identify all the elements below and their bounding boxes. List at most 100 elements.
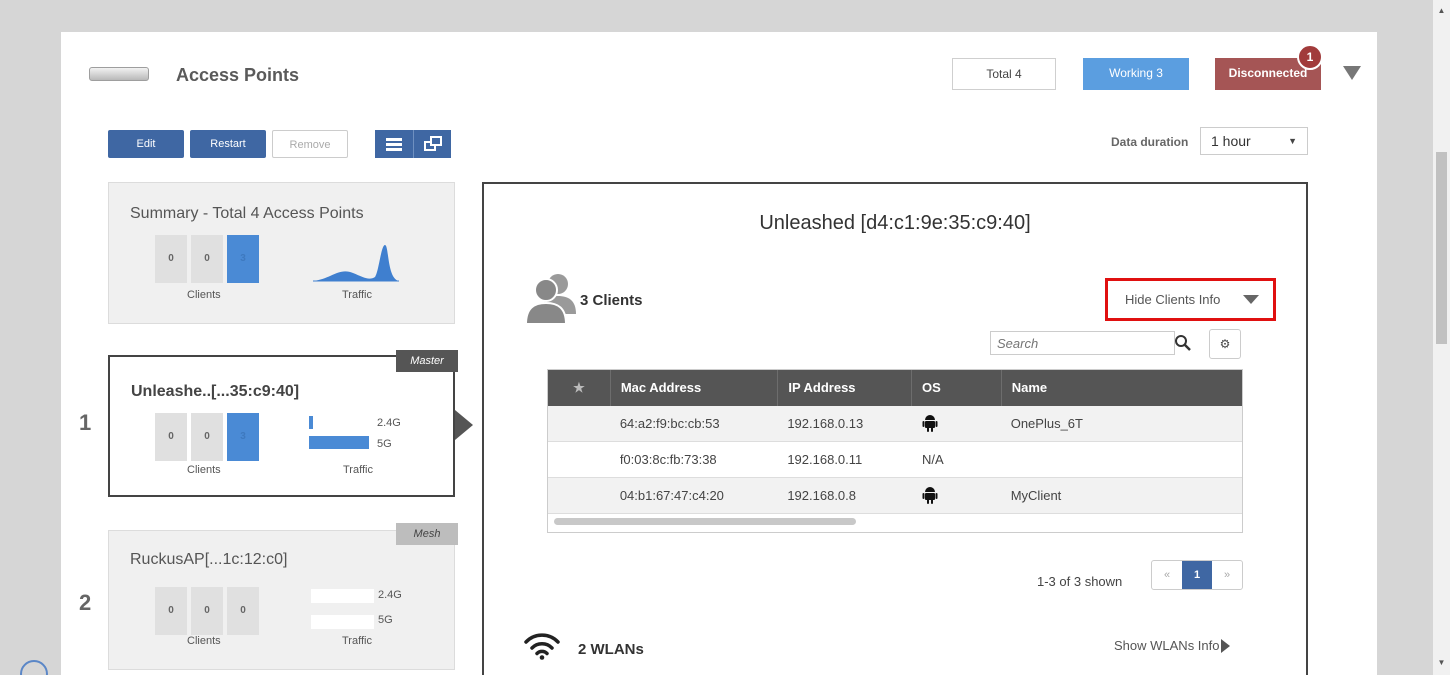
master-tag: Master (396, 350, 458, 372)
os-cell: N/A (921, 452, 944, 467)
gear-icon: ⚙ (1219, 337, 1231, 351)
ap-card-ruckus[interactable]: RuckusAP[...1c:12:c0] 0 0 0 Clients 2.4G… (108, 530, 455, 670)
name-cell: MyClient (1010, 488, 1062, 503)
search-input[interactable] (991, 332, 1131, 354)
edit-button[interactable]: Edit (108, 130, 184, 158)
chevron-down-icon: ▼ (1288, 136, 1297, 146)
mac-column-header[interactable]: Mac Address (609, 370, 778, 406)
selected-pointer-icon (455, 410, 473, 440)
ap-index-2: 2 (79, 590, 92, 615)
summary-card[interactable]: Summary - Total 4 Access Points 0 0 3 Cl… (108, 182, 455, 324)
ip-cell: 192.168.0.11 (787, 452, 863, 467)
ip-cell: 192.168.0.8 (787, 488, 857, 503)
ip-column-header[interactable]: IP Address (777, 370, 911, 406)
page-title: Access Points (176, 65, 300, 85)
table-row[interactable]: 64:a2:f9:bc:cb:53 192.168.0.13 OnePlus_6… (548, 406, 1242, 442)
clients-table: ★ Mac Address IP Address OS Name 64:a2:f… (547, 369, 1243, 533)
summary-clients-col-2: 0 (191, 235, 223, 283)
android-icon (922, 415, 938, 433)
disconnected-count-badge: 1 (1297, 44, 1323, 70)
ap-clients-col-3: 0 (227, 587, 259, 635)
data-duration-label: Data duration (1111, 135, 1189, 149)
table-horizontal-scrollbar[interactable] (548, 514, 1242, 532)
collapse-chevron-icon[interactable] (1343, 66, 1361, 80)
star-cell[interactable] (548, 406, 610, 441)
android-icon (922, 487, 938, 505)
traffic-bar-5g (311, 615, 374, 629)
ap-name: RuckusAP[...1c:12:c0] (130, 551, 288, 568)
os-cell (911, 406, 1001, 441)
data-duration-select[interactable]: 1 hour ▼ (1200, 127, 1308, 155)
data-duration-value: 1 hour (1211, 133, 1251, 149)
band-5g-label: 5G (377, 438, 392, 450)
caret-right-icon[interactable] (1221, 639, 1230, 653)
traffic-bar-24g (309, 416, 313, 429)
mac-cell: 04:b1:67:47:c4:20 (619, 488, 724, 503)
show-wlans-link[interactable]: Show WLANs Info (1114, 638, 1220, 653)
page-next-button[interactable]: » (1212, 561, 1242, 589)
help-circle-icon[interactable] (20, 660, 48, 675)
star-cell[interactable] (548, 478, 610, 513)
vertical-scrollbar[interactable]: ▲ ▼ (1433, 0, 1450, 675)
scrollbar-thumb[interactable] (1436, 152, 1447, 344)
table-row[interactable]: 04:b1:67:47:c4:20 192.168.0.8 MyClient (548, 478, 1242, 514)
band-24g-label: 2.4G (377, 417, 401, 429)
working-filter-button[interactable]: Working 3 (1083, 58, 1189, 90)
scrollbar-thumb[interactable] (554, 518, 856, 525)
ap-detail-panel: Unleashed [d4:c1:9e:35:c9:40] 3 Clients … (482, 182, 1308, 675)
pagination-summary: 1-3 of 3 shown (1037, 574, 1123, 589)
table-header: ★ Mac Address IP Address OS Name (548, 370, 1242, 406)
summary-traffic-label: Traffic (342, 289, 372, 301)
pagination: « 1 » (1151, 560, 1243, 590)
ap-traffic-label: Traffic (343, 464, 373, 476)
ap-card-unleashed[interactable]: Unleashe..[...35:c9:40] 0 0 3 Clients 2.… (108, 355, 455, 497)
wifi-icon (524, 633, 560, 660)
os-column-header[interactable]: OS (910, 370, 1001, 406)
ap-clients-col-2: 0 (191, 413, 223, 461)
restart-button[interactable]: Restart (190, 130, 266, 158)
name-column-header[interactable]: Name (1000, 370, 1242, 406)
page-1-button[interactable]: 1 (1182, 561, 1212, 589)
mesh-tag: Mesh (396, 523, 458, 545)
ap-clients-col-2: 0 (191, 587, 223, 635)
scroll-down-icon[interactable]: ▼ (1433, 658, 1450, 667)
summary-title: Summary - Total 4 Access Points (130, 205, 364, 222)
caret-down-icon[interactable] (1243, 295, 1259, 304)
ap-name: Unleashe..[...35:c9:40] (131, 383, 300, 400)
wlans-count: 2 WLANs (578, 641, 644, 658)
ap-index-1: 1 (79, 410, 92, 435)
star-column-header[interactable]: ★ (548, 370, 610, 406)
clients-count: 3 Clients (580, 292, 643, 309)
traffic-bar-5g (309, 436, 369, 449)
ap-clients-col-1: 0 (155, 413, 187, 461)
star-cell[interactable] (548, 442, 610, 477)
client-search (990, 331, 1191, 355)
ap-clients-label: Clients (187, 635, 221, 647)
mac-cell: f0:03:8c:fb:73:38 (619, 452, 717, 467)
mac-cell: 64:a2:f9:bc:cb:53 (619, 416, 720, 431)
hide-clients-link[interactable]: Hide Clients Info (1125, 292, 1220, 307)
summary-clients-col-3: 3 (227, 235, 259, 283)
band-24g-label: 2.4G (378, 589, 402, 601)
access-points-panel: Access Points Total 4 Working 3 Disconne… (61, 32, 1377, 675)
table-row[interactable]: f0:03:8c:fb:73:38 192.168.0.11 N/A (548, 442, 1242, 478)
traffic-bar-24g (311, 589, 374, 603)
scroll-up-icon[interactable]: ▲ (1433, 6, 1450, 15)
band-5g-label: 5G (378, 614, 393, 626)
ap-clients-col-3: 3 (227, 413, 259, 461)
users-icon (524, 274, 576, 325)
table-settings-button[interactable]: ⚙ (1209, 329, 1241, 359)
name-cell: OnePlus_6T (1010, 416, 1083, 431)
ap-clients-label: Clients (187, 464, 221, 476)
remove-button[interactable]: Remove (272, 130, 348, 158)
ip-cell: 192.168.0.13 (787, 416, 864, 431)
list-view-button[interactable] (375, 130, 413, 158)
os-cell (911, 478, 1001, 513)
ap-clients-col-1: 0 (155, 587, 187, 635)
summary-clients-label: Clients (187, 289, 221, 301)
tile-view-button[interactable] (413, 130, 451, 158)
traffic-sparkline (313, 245, 399, 282)
page-prev-button[interactable]: « (1152, 561, 1182, 589)
total-filter-button[interactable]: Total 4 (952, 58, 1056, 90)
search-icon[interactable] (1174, 334, 1192, 352)
